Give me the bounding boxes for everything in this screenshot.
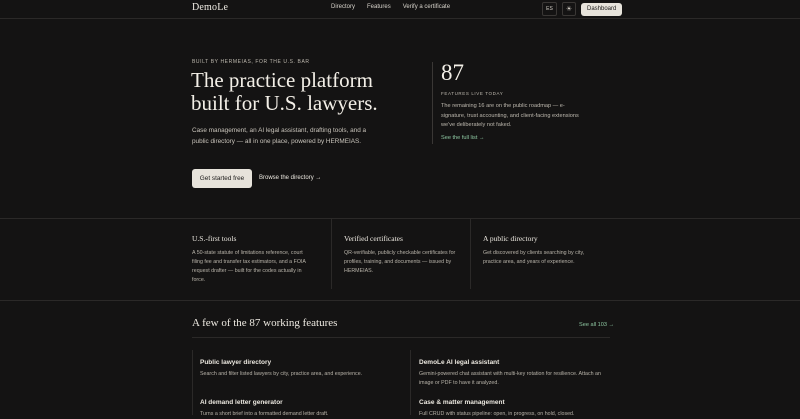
roadmap-description: The remaining 16 are on the public roadm…: [441, 103, 579, 128]
feature-column-rule: [192, 350, 193, 415]
feature-text: Full CRUD with status pipeline: open, in…: [419, 411, 575, 417]
feature-card-ai-demand-letter[interactable]: AI demand letter generator Turns a short…: [200, 399, 390, 419]
feature-text: Gemini-powered chat assistant with multi…: [419, 371, 601, 386]
feature-title: Public lawyer directory: [200, 359, 272, 366]
nav-link-verify-certificate[interactable]: Verify a certificate: [403, 4, 450, 10]
main-nav: Directory Features Verify a certificate: [331, 4, 450, 10]
pillar-title: A public directory: [483, 234, 538, 243]
pillar-public-directory: A public directory Get discovered by cli…: [483, 234, 603, 267]
see-all-features-link[interactable]: See all 103 →: [579, 322, 614, 328]
language-toggle-button[interactable]: ES: [542, 2, 557, 16]
pillar-title: Verified certificates: [344, 234, 403, 243]
nav-link-directory[interactable]: Directory: [331, 4, 355, 10]
feature-title: DemoLe AI legal assistant: [419, 359, 500, 366]
features-count: 87: [441, 60, 464, 85]
pillar-text: Get discovered by clients searching by c…: [483, 250, 585, 265]
hero-description: Case management, an AI legal assistant, …: [192, 127, 367, 145]
theme-toggle-button[interactable]: ☀: [562, 2, 576, 16]
dashboard-button[interactable]: Dashboard: [581, 2, 623, 16]
see-full-list-link[interactable]: See the full list →: [441, 135, 485, 141]
browse-directory-link[interactable]: Browse the directory →: [259, 175, 321, 181]
feature-text: Search and filter listed lawyers by city…: [200, 371, 363, 377]
feature-title: AI demand letter generator: [200, 399, 283, 406]
pillar-verified-certificates: Verified certificates QR-verifiable, pub…: [344, 234, 464, 276]
feature-title: Case & matter management: [419, 399, 505, 406]
pillar-us-first-tools: U.S.-first tools A 50-state statute of l…: [192, 234, 312, 285]
header-actions: ES ☀ Dashboard: [542, 2, 623, 16]
nav-link-features[interactable]: Features: [367, 4, 391, 10]
section-divider: [0, 300, 800, 301]
feature-card-ai-legal-assistant[interactable]: DemoLe AI legal assistant Gemini-powered…: [419, 359, 609, 387]
pillar-divider: [331, 219, 332, 289]
feature-card-public-lawyer-directory[interactable]: Public lawyer directory Search and filte…: [200, 359, 390, 379]
pillar-text: QR-verifiable, publicly checkable certif…: [344, 250, 456, 274]
stat-divider: [432, 62, 433, 144]
features-header-divider: [192, 337, 610, 338]
features-count-label: FEATURES LIVE TODAY: [441, 91, 504, 96]
pillar-divider: [470, 219, 471, 289]
features-section-title: A few of the 87 working features: [192, 317, 338, 329]
hero-title-line1: The practice platform: [191, 68, 373, 92]
brand-logo[interactable]: DemoLe: [192, 2, 228, 13]
get-started-button[interactable]: Get started free: [192, 169, 252, 188]
hero-eyebrow: BUILT BY HERMEIAS, FOR THE U.S. BAR: [192, 59, 310, 65]
pillar-title: U.S.-first tools: [192, 234, 237, 243]
hero-title: The practice platform built for U.S. law…: [191, 69, 421, 115]
feature-column-rule: [410, 350, 411, 415]
pillar-text: A 50-state statute of limitations refere…: [192, 250, 306, 283]
sun-icon: ☀: [565, 6, 573, 13]
top-navbar: DemoLe Directory Features Verify a certi…: [0, 0, 800, 19]
section-divider: [0, 218, 800, 219]
feature-text: Turns a short brief into a formatted dem…: [200, 411, 329, 417]
feature-card-case-management[interactable]: Case & matter management Full CRUD with …: [419, 399, 609, 419]
hero-title-line2: built for U.S. lawyers.: [191, 91, 378, 115]
